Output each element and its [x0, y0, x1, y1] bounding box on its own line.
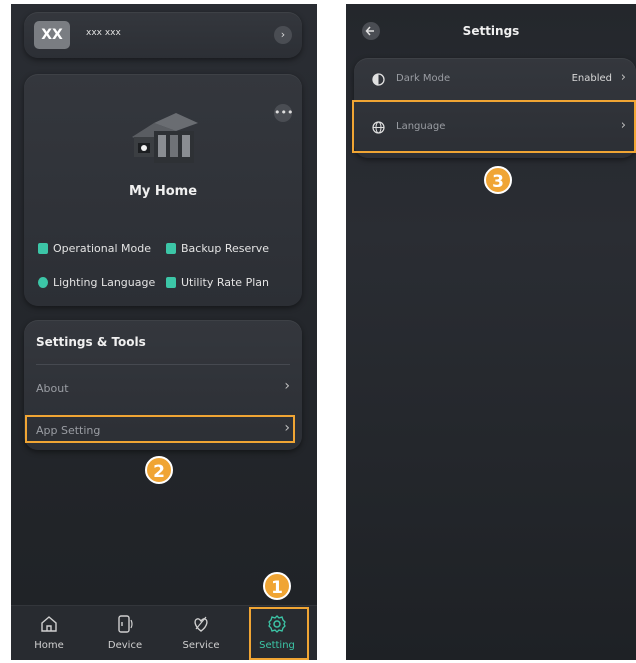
divider: [36, 364, 290, 365]
step-badge-1: 1: [263, 572, 291, 600]
highlight-language: [352, 100, 636, 153]
tab-service[interactable]: Service: [171, 614, 231, 651]
dark-mode-row[interactable]: Dark Mode Enabled ›: [354, 60, 636, 100]
chevron-right-icon: ›: [284, 378, 290, 394]
more-icon[interactable]: •••: [274, 104, 293, 122]
chevron-right-icon: ›: [620, 70, 626, 85]
device-icon: [118, 615, 133, 633]
step-badge-3: 3: [484, 166, 512, 194]
battery-icon: [166, 243, 176, 254]
feature-lighting-language[interactable]: Lighting Language: [38, 276, 155, 289]
home-icon: [41, 616, 57, 632]
feature-utility-rate-plan[interactable]: Utility Rate Plan: [166, 276, 269, 289]
chevron-right-icon[interactable]: ›: [274, 26, 292, 44]
highlight-app-setting: [25, 415, 295, 443]
house-image: [132, 113, 198, 163]
tools-title: Settings & Tools: [36, 335, 146, 349]
user-name: xxx xxx: [86, 28, 121, 38]
bulb-icon: [38, 277, 48, 288]
tab-home[interactable]: Home: [19, 614, 79, 651]
step-badge-2: 2: [145, 456, 173, 484]
page-title: Settings: [462, 24, 520, 38]
bookmark-icon: [166, 277, 176, 288]
user-profile-card[interactable]: XX xxx xxx ›: [24, 12, 302, 58]
tab-device[interactable]: Device: [95, 614, 155, 651]
feature-operational-mode[interactable]: Operational Mode: [38, 242, 151, 255]
feature-backup-reserve[interactable]: Backup Reserve: [166, 242, 269, 255]
contrast-icon: [372, 73, 385, 86]
avatar: XX: [34, 21, 70, 49]
app-screen-left: XX xxx xxx › ••• My Home Operational Mod…: [11, 4, 317, 660]
highlight-setting-tab: [249, 607, 309, 660]
flag-icon: [38, 243, 48, 254]
app-screen-right: Settings Dark Mode Enabled › Language › …: [346, 4, 636, 660]
home-card[interactable]: ••• My Home Operational Mode Backup Rese…: [24, 74, 302, 306]
home-title: My Home: [128, 184, 198, 199]
service-icon: [194, 616, 208, 632]
